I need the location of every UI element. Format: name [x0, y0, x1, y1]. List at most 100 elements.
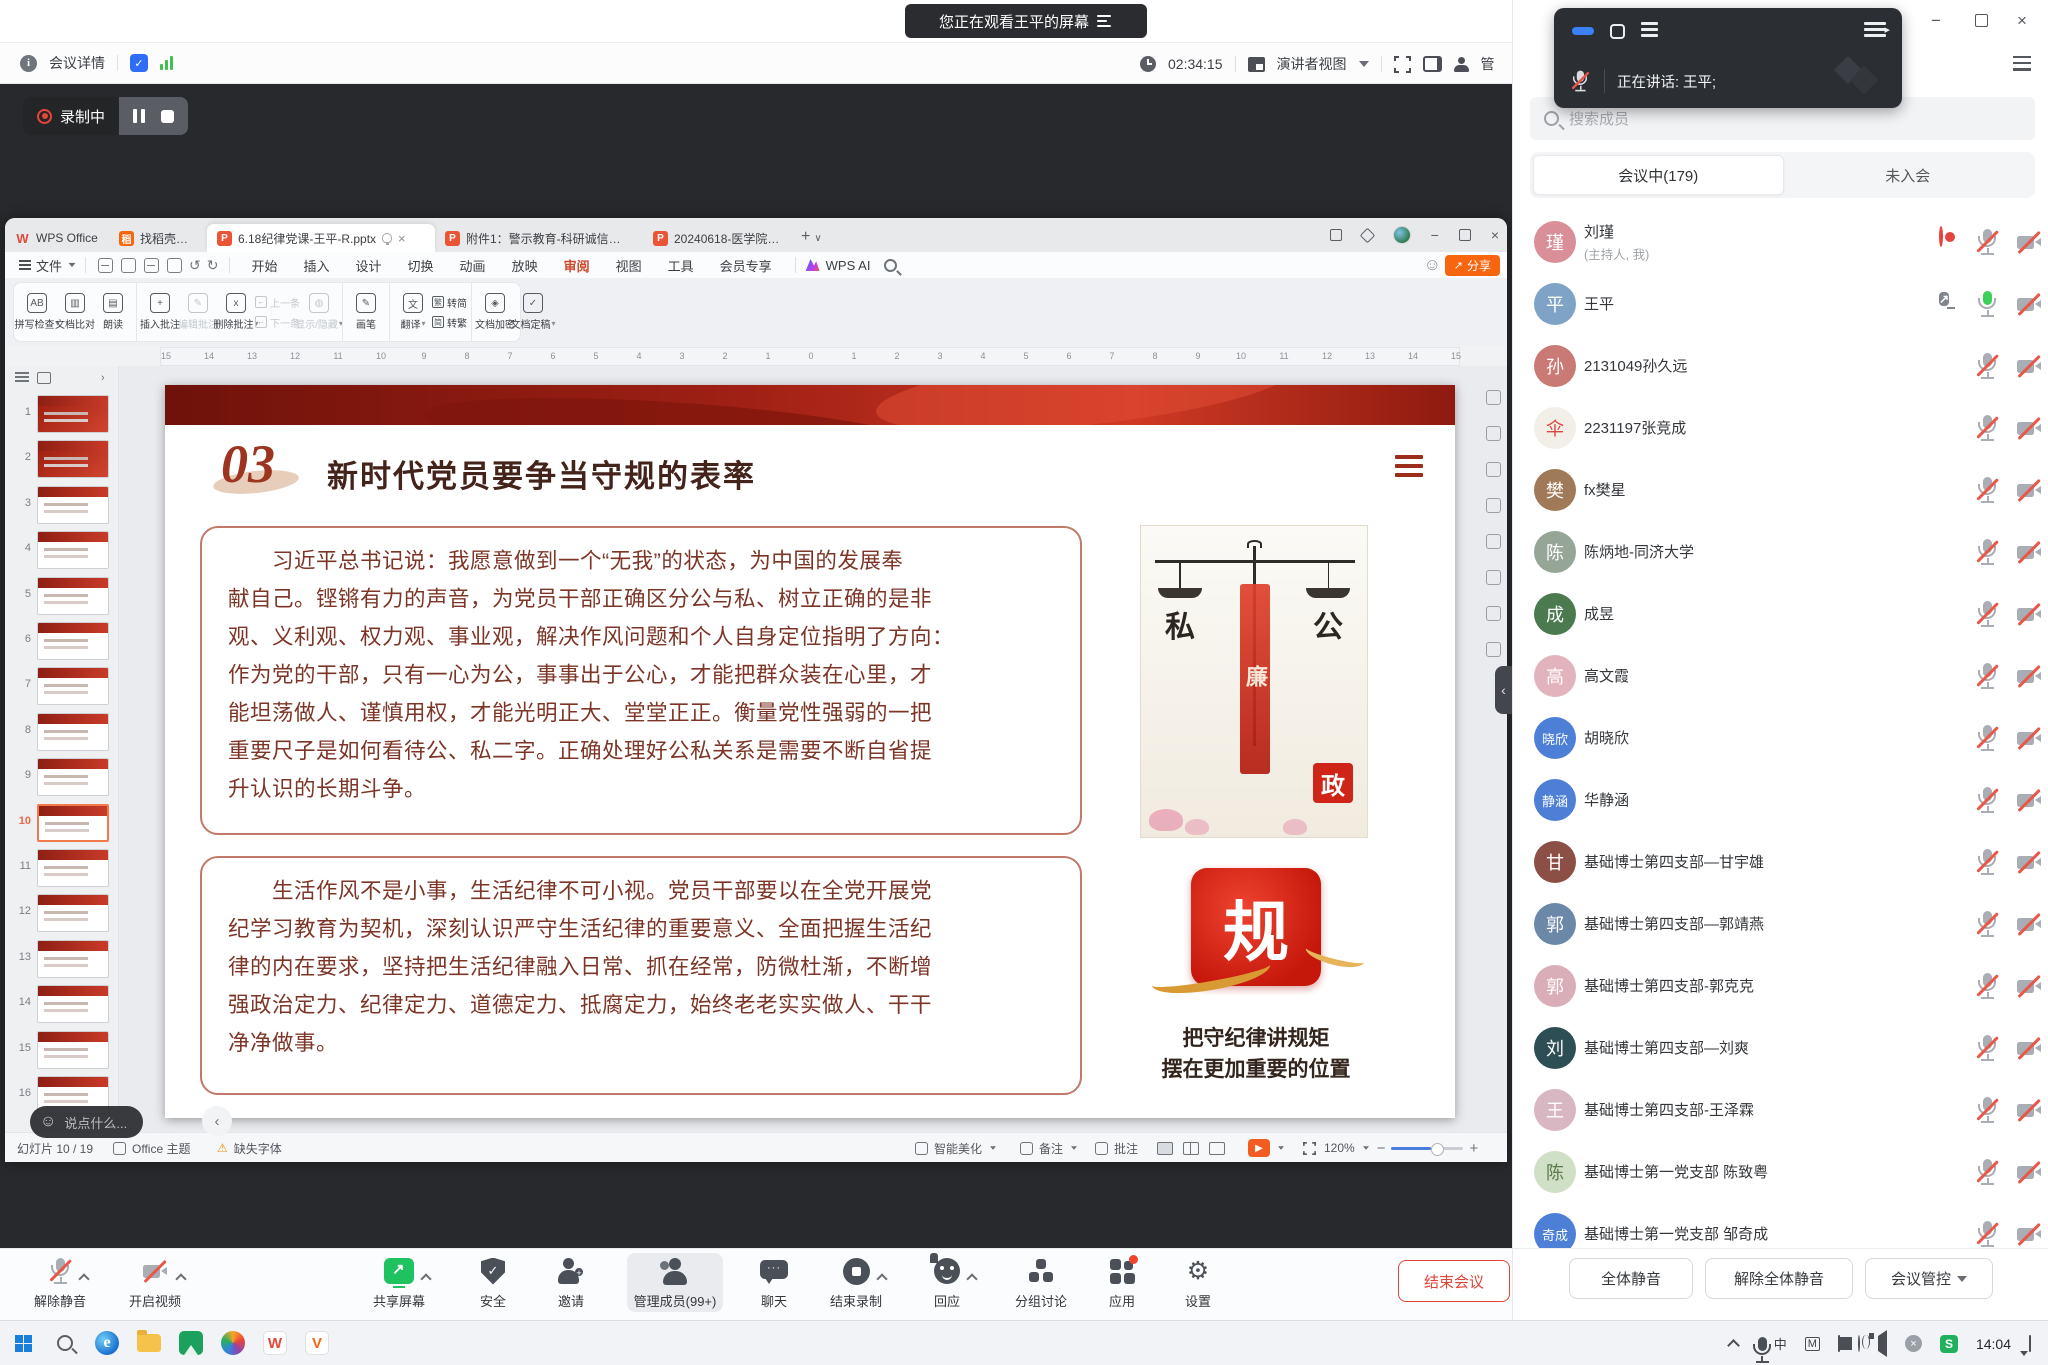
redo-icon[interactable]: ↻	[207, 257, 219, 274]
ribbon-button[interactable]: ▥文档比对	[56, 293, 94, 331]
tip-bulb-icon[interactable]	[382, 233, 392, 243]
notes-label[interactable]: 备注	[1039, 1140, 1063, 1157]
wps-menu-item[interactable]: 开始	[238, 256, 290, 275]
zoom-slider[interactable]	[1391, 1147, 1463, 1150]
ribbon-button[interactable]: ✎画笔	[347, 293, 385, 331]
speaker-view-icon[interactable]	[1248, 57, 1265, 72]
taskbar-search-button[interactable]	[50, 1328, 80, 1358]
voov-meeting-icon[interactable]: V	[302, 1328, 332, 1358]
emoji-icon[interactable]: ☺	[40, 1113, 56, 1131]
tab-list-caret-icon[interactable]: ∨	[814, 233, 821, 244]
wps-menu-item[interactable]: 会员专享	[707, 256, 785, 275]
photos-app-icon[interactable]	[176, 1328, 206, 1358]
wps-account-avatar[interactable]	[1393, 226, 1411, 244]
wps-doc-tab[interactable]: WWPS Office	[5, 224, 109, 252]
file-explorer-icon[interactable]	[134, 1328, 164, 1358]
new-tab-button[interactable]: +	[801, 228, 810, 246]
stop-recording-button[interactable]	[161, 110, 174, 123]
participant-row[interactable]: 奇成基础博士第一党支部 邹奇成	[1513, 1203, 2048, 1248]
menu-bars-icon[interactable]	[1641, 22, 1658, 41]
toolbar-mic-off-button[interactable]: 解除静音	[12, 1255, 108, 1310]
slide-thumbnail[interactable]: 13	[5, 937, 119, 981]
panel-maximize-button[interactable]	[1975, 14, 1988, 27]
pause-recording-button[interactable]	[133, 109, 145, 123]
ribbon-button[interactable]: 文翻译▾	[394, 293, 432, 331]
toolbar-invite-button[interactable]: +邀请	[523, 1255, 619, 1310]
panel-close-button[interactable]: ×	[2017, 12, 2027, 29]
slide-thumbnail[interactable]: 3	[5, 483, 119, 527]
chevron-up-icon[interactable]	[966, 1273, 977, 1284]
wps-menu-active-item[interactable]: 审阅	[551, 256, 603, 275]
unmute-all-button[interactable]: 解除全体静音	[1705, 1258, 1853, 1299]
toolbar-members-button[interactable]: 管理成员(99+)	[627, 1253, 723, 1312]
chevron-up-icon[interactable]	[420, 1273, 431, 1284]
chevron-up-icon[interactable]	[876, 1273, 887, 1284]
wps-menu-item[interactable]: 切换	[395, 256, 447, 275]
volume-icon[interactable]	[1878, 1336, 1887, 1351]
panel-minimize-button[interactable]: −	[1931, 12, 1941, 29]
battery-icon[interactable]	[1838, 1336, 1840, 1351]
wps-doc-tab[interactable]: P20240618-医学院仪器共享平台	[643, 224, 793, 252]
slide-thumbnail[interactable]: 4	[5, 528, 119, 572]
wps-close-button[interactable]: ×	[1491, 228, 1499, 242]
wps-right-sidebar[interactable]	[1483, 390, 1503, 678]
wps-menu-item[interactable]: 工具	[655, 256, 707, 275]
participant-row[interactable]: 成成昱	[1513, 583, 2048, 645]
toolbar-share-green-button[interactable]: 共享屏幕	[351, 1255, 447, 1310]
close-tab-icon[interactable]: ×	[398, 231, 406, 246]
slide-thumbnail[interactable]: 1	[5, 392, 119, 436]
chat-placeholder[interactable]: 说点什么...	[64, 1113, 127, 1132]
slideshow-play-button[interactable]: ▶	[1248, 1139, 1270, 1157]
participant-row[interactable]: 孙2131049孙久远	[1513, 335, 2048, 397]
toolbar-react-button[interactable]: 回应	[899, 1255, 995, 1310]
recording-status-icon[interactable]	[1939, 228, 1943, 246]
zoom-level[interactable]: 120%	[1324, 1141, 1355, 1155]
action-center-icon[interactable]	[2029, 1336, 2031, 1351]
panel-menu-icon[interactable]	[2013, 56, 2031, 75]
normal-view-button[interactable]	[1157, 1142, 1173, 1155]
participant-row[interactable]: 陈陈炳地-同济大学	[1513, 521, 2048, 583]
print-icon[interactable]	[144, 258, 159, 273]
fit-screen-icon[interactable]	[1303, 1142, 1316, 1155]
mute-all-button[interactable]: 全体静音	[1569, 1258, 1693, 1299]
ime-language-icon[interactable]: 中	[1774, 1334, 1787, 1353]
slide-thumbnail[interactable]: 2	[5, 437, 119, 481]
manage-members-icon[interactable]	[1454, 57, 1469, 72]
view-mode-selector[interactable]: 演讲者视图	[1277, 54, 1347, 74]
wps-menu-item[interactable]: 插入	[291, 256, 343, 275]
ribbon-button[interactable]: x删除批注▾	[217, 293, 255, 331]
beautify-label[interactable]: 智能美化	[934, 1140, 982, 1157]
wps-menu-item[interactable]: 视图	[603, 256, 655, 275]
meeting-details-button[interactable]: 会议详情	[49, 53, 105, 73]
reading-view-button[interactable]	[1209, 1142, 1225, 1155]
participant-row[interactable]: 静涵华静涵	[1513, 769, 2048, 831]
participant-list[interactable]: 瑾刘瑾(主持人, 我)平王平↗孙2131049孙久远伞2231197张竞成樊fx…	[1513, 211, 2048, 1248]
chevron-down-icon[interactable]	[1359, 61, 1369, 67]
security-shield-icon[interactable]: ✓	[130, 54, 148, 72]
feedback-smiley-icon[interactable]: ☺	[1424, 255, 1441, 275]
zoom-in-button[interactable]: +	[1469, 1140, 1478, 1157]
zoom-out-button[interactable]: −	[1377, 1140, 1386, 1157]
wps-file-menu[interactable]: 文件	[19, 256, 77, 275]
manage-members-clipped-label[interactable]: 管	[1481, 54, 1495, 74]
participant-row[interactable]: 高高文霞	[1513, 645, 2048, 707]
layout-list-icon[interactable]	[1097, 15, 1113, 27]
slide-thumbnail[interactable]: 11	[5, 846, 119, 890]
ribbon-button[interactable]: ◈文档加密	[476, 293, 514, 331]
slide-thumbnail[interactable]: 9	[5, 755, 119, 799]
floating-window-icon[interactable]	[1423, 56, 1442, 72]
minimize-bar-icon[interactable]	[1572, 27, 1594, 35]
tray-expand-icon[interactable]	[1727, 1339, 1740, 1352]
collapse-panel-handle[interactable]: ‹	[1495, 666, 1512, 714]
slide-view-icon[interactable]	[37, 372, 51, 384]
output-icon[interactable]	[121, 258, 136, 273]
wps-doc-tab[interactable]: P附件1：警示教育-科研诚信和经费使	[435, 224, 643, 252]
toolbar-cam-off-button[interactable]: 开启视频	[107, 1255, 203, 1310]
save-icon[interactable]	[98, 258, 113, 273]
network-icon[interactable]	[1858, 1336, 1860, 1351]
chevron-down-icon[interactable]	[1363, 1146, 1369, 1150]
wps-maximize-button[interactable]	[1459, 229, 1471, 241]
participant-row[interactable]: 樊fx樊星	[1513, 459, 2048, 521]
slide-thumbnail[interactable]: 6	[5, 619, 119, 663]
wps-doc-tab[interactable]: P6.18纪律党课-王平-R.pptx×	[207, 224, 435, 252]
